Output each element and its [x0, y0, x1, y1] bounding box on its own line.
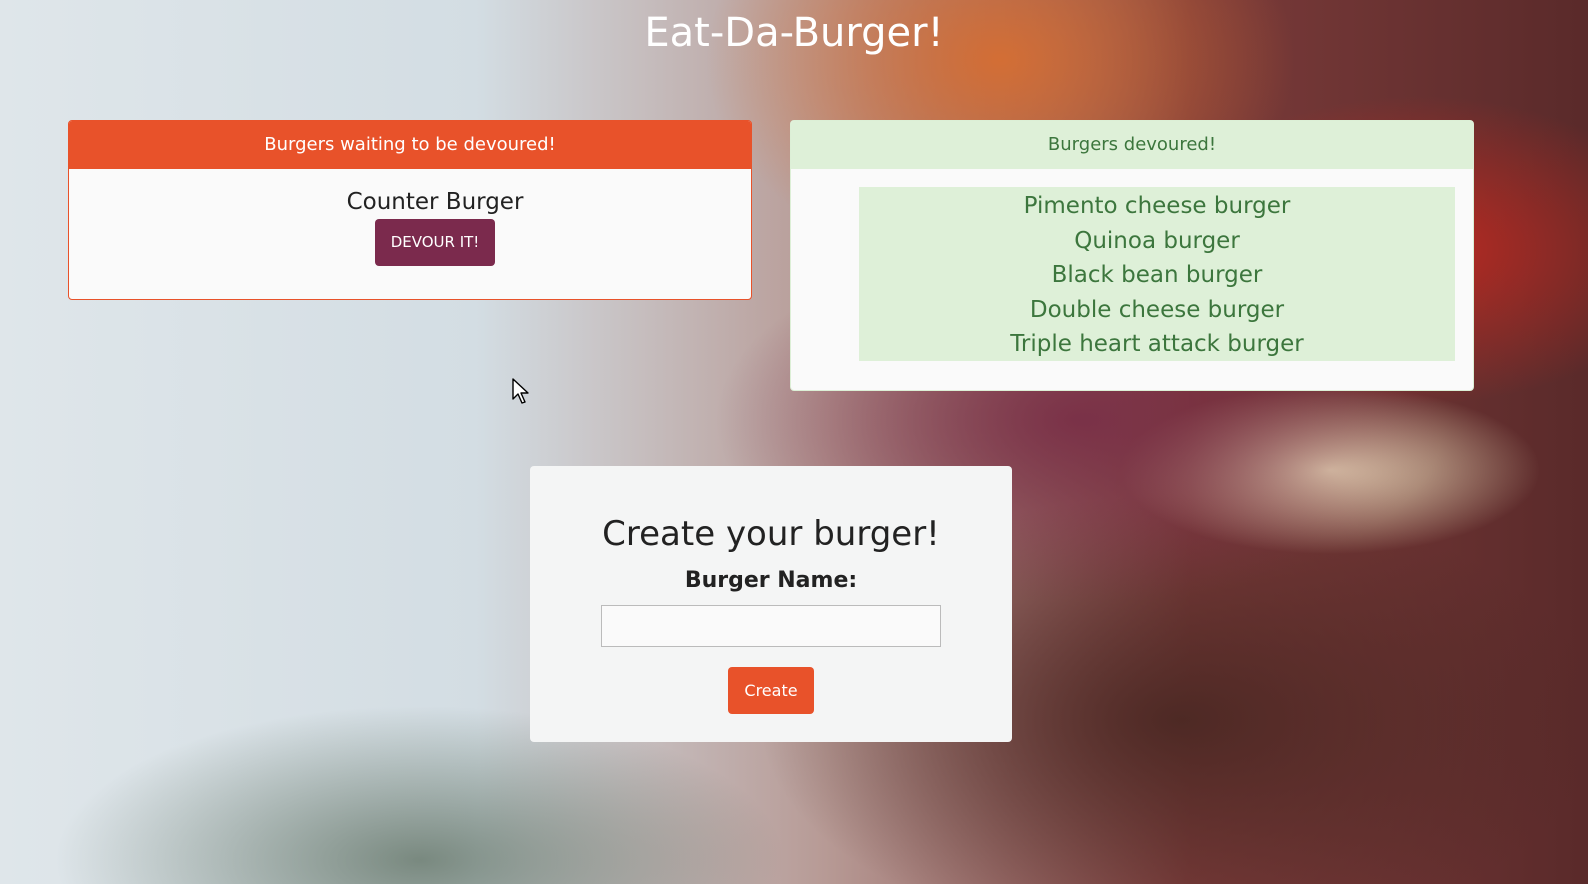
- page-title: Eat-Da-Burger!: [644, 10, 944, 56]
- create-burger-form: Create your burger! Burger Name: Create: [530, 466, 1012, 742]
- burger-name-input[interactable]: [601, 605, 941, 647]
- create-button[interactable]: Create: [728, 667, 814, 714]
- devoured-panel-header: Burgers devoured!: [791, 121, 1473, 169]
- devour-button[interactable]: DEVOUR IT!: [374, 219, 496, 266]
- waiting-burger-name: Counter Burger: [346, 189, 524, 215]
- list-item: Quinoa burger: [1074, 227, 1240, 254]
- list-item: Double cheese burger: [1029, 296, 1285, 323]
- burger-name-label: Burger Name:: [684, 568, 858, 593]
- list-item: Pimento cheese burger: [1023, 193, 1291, 219]
- waiting-burgers-panel: Burgers waiting to be devoured! Counter …: [68, 120, 752, 300]
- list-item: Triple heart attack burger: [1010, 331, 1304, 358]
- waiting-burger-list: Counter Burger DEVOUR IT!: [69, 169, 751, 266]
- list-item: Black bean burger: [1051, 262, 1263, 289]
- devoured-burgers-panel: Burgers devoured! Pimento cheese burger …: [790, 120, 1474, 391]
- mouse-cursor-icon: [512, 378, 529, 404]
- waiting-panel-header: Burgers waiting to be devoured!: [69, 121, 751, 169]
- create-form-title: Create your burger!: [602, 514, 940, 554]
- devoured-burger-list: Pimento cheese burger Quinoa burger Blac…: [859, 187, 1455, 361]
